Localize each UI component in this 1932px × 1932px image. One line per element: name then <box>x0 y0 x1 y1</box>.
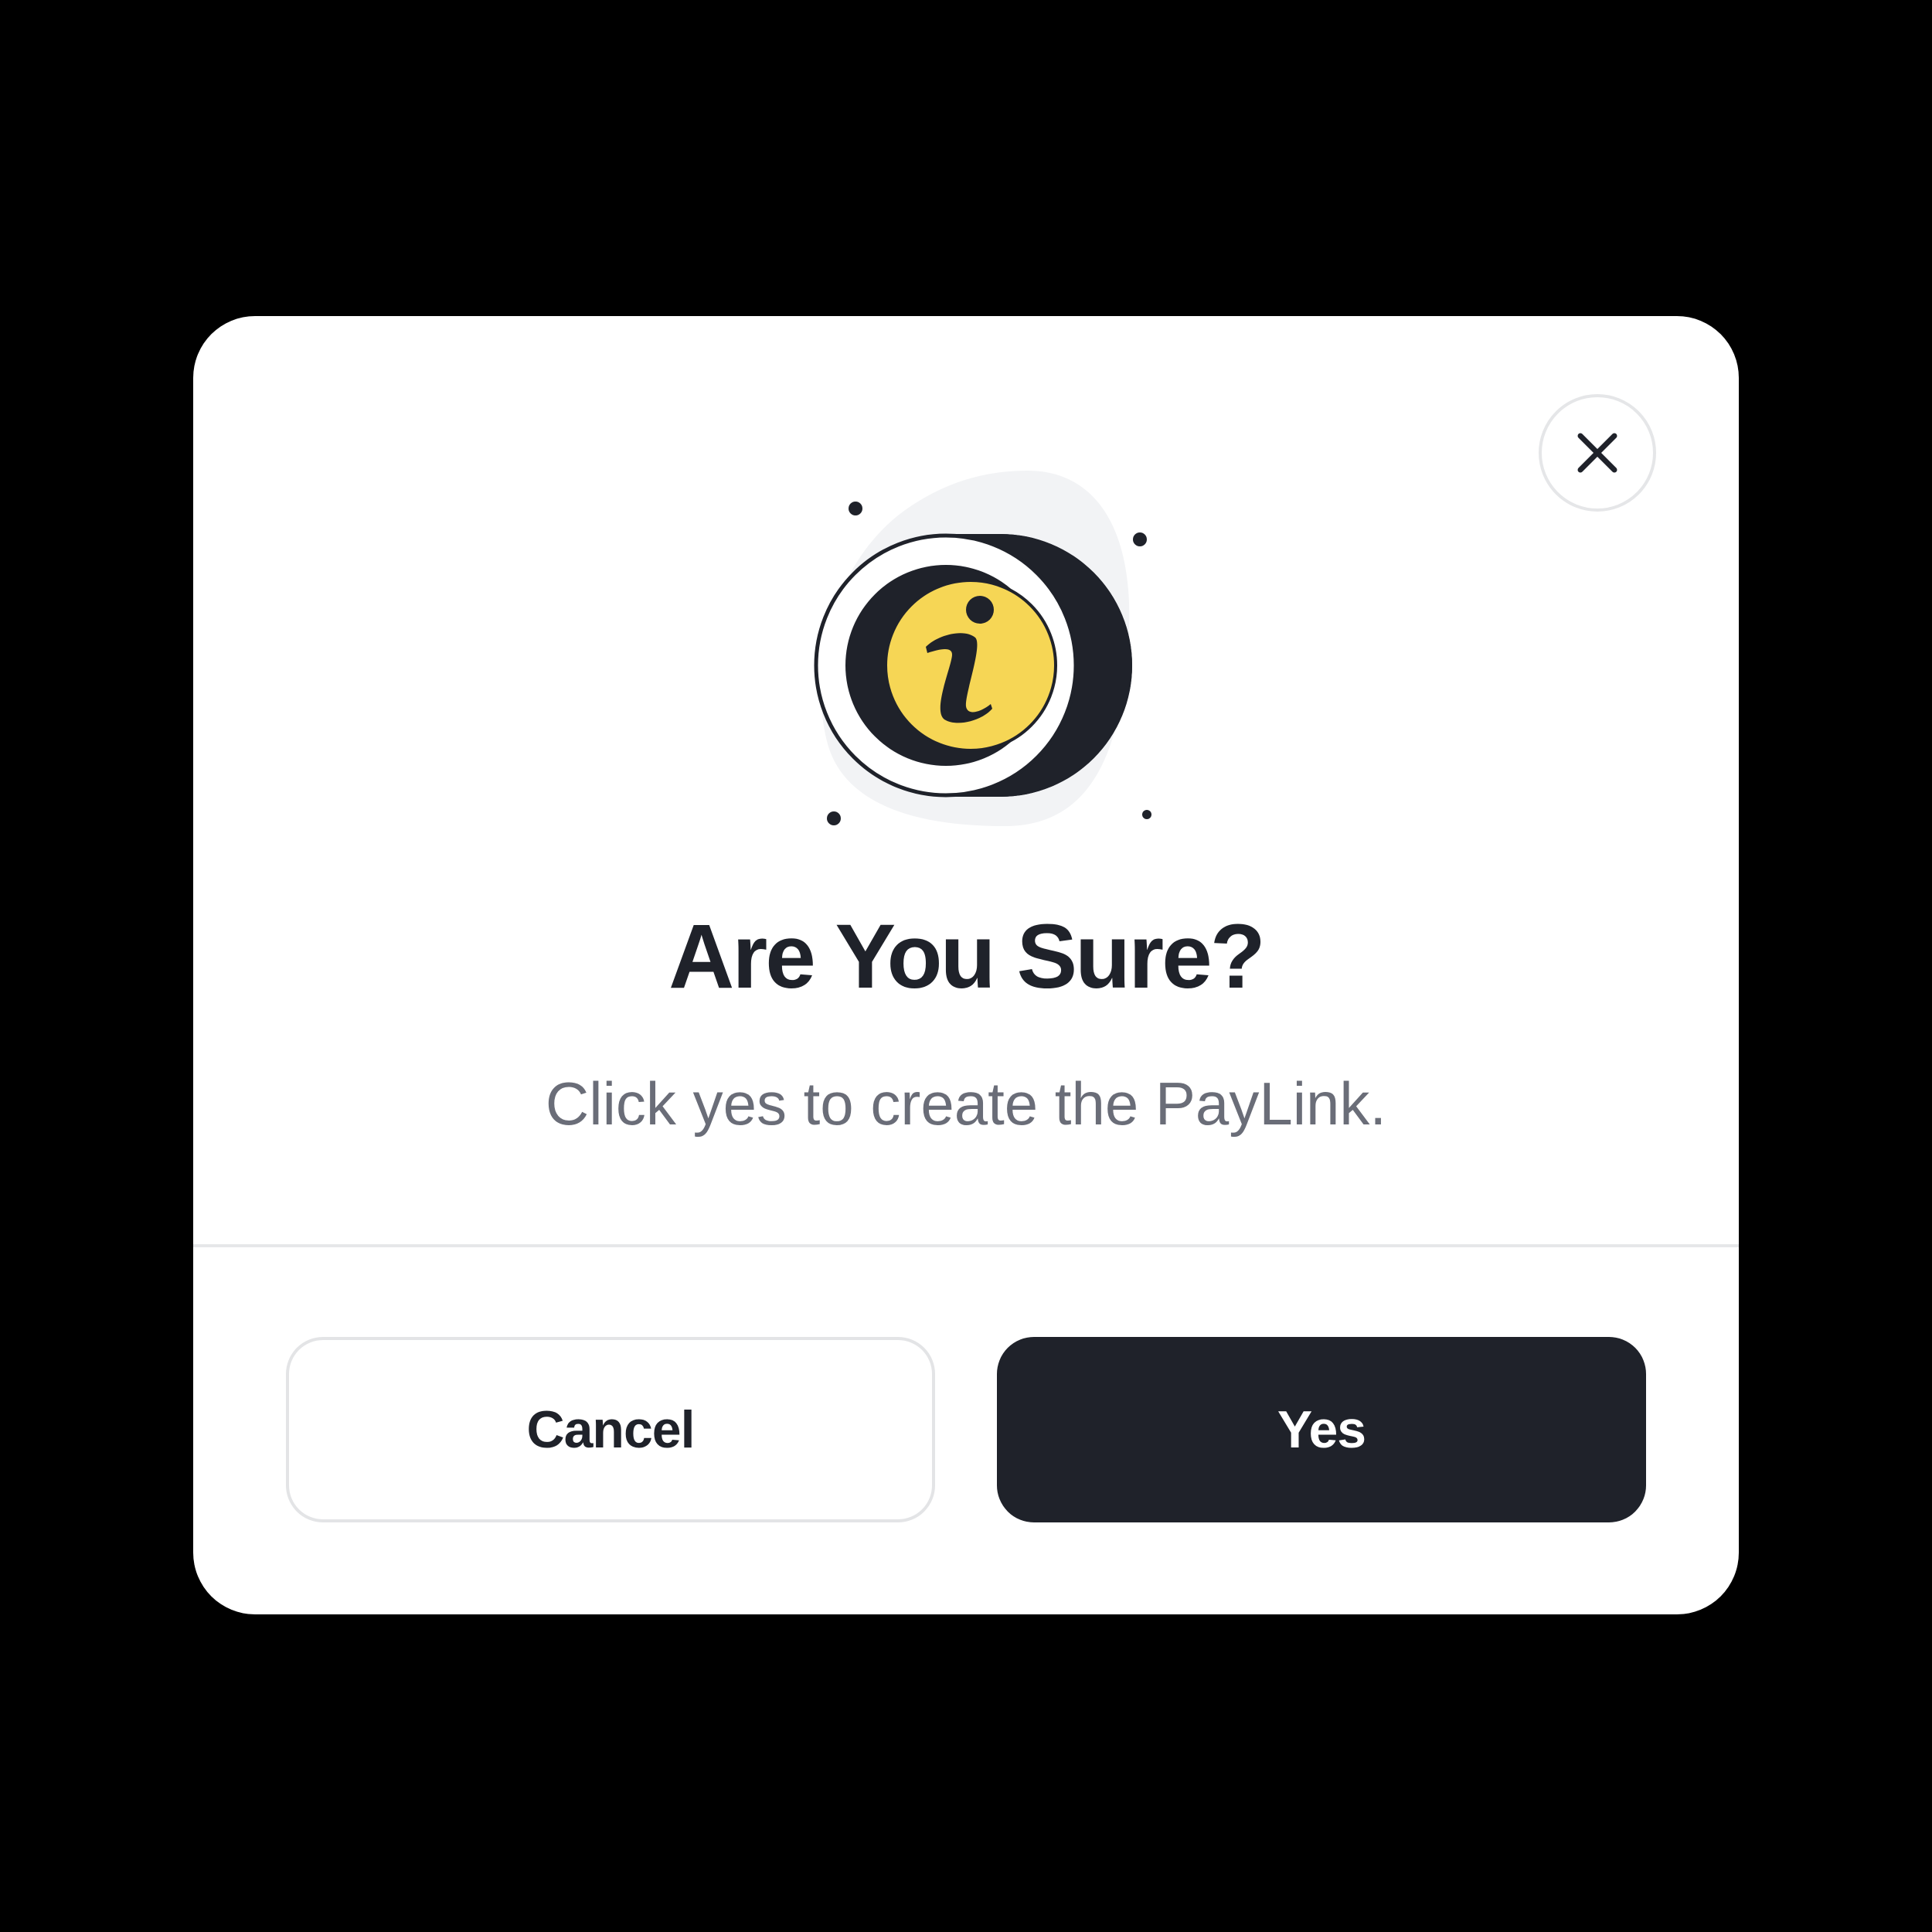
dialog-message: Click yes to create the PayLink. <box>545 1070 1387 1138</box>
info-illustration <box>814 471 1151 826</box>
close-button[interactable] <box>1539 394 1656 512</box>
dialog-title: Are You Sure? <box>668 906 1266 1008</box>
close-icon <box>1577 433 1617 473</box>
cancel-button[interactable]: Cancel <box>286 1337 935 1522</box>
confirm-button[interactable]: Yes <box>997 1337 1646 1522</box>
cancel-button-label: Cancel <box>526 1400 696 1459</box>
decor-dot <box>827 811 841 825</box>
divider <box>193 1244 1739 1247</box>
decor-dot <box>1142 810 1151 819</box>
confirm-button-label: Yes <box>1277 1400 1366 1459</box>
decor-dot <box>849 502 862 515</box>
decor-dot <box>1133 532 1147 546</box>
confirmation-dialog: Are You Sure? Click yes to create the Pa… <box>193 316 1739 1614</box>
